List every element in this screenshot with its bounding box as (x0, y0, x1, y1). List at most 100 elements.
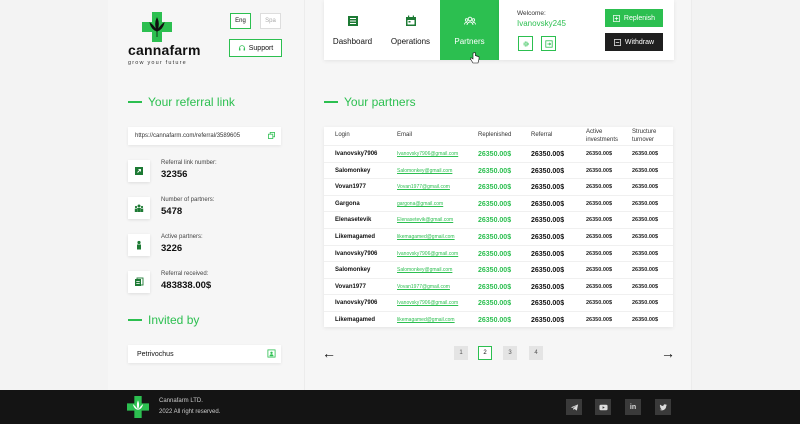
tab-operations-label: Operations (390, 36, 431, 46)
brand-name: cannafarm (128, 42, 201, 58)
stat-link-number: Referral link number: 32356 (128, 160, 278, 186)
row-referral: 26350.00$ (531, 250, 565, 258)
stat-value: 32356 (161, 169, 188, 180)
row-login: Ivanovsky7906 (335, 300, 378, 307)
row-structure-turnover: 26350.00$ (632, 317, 658, 323)
row-email-link[interactable]: Vovan1977@gmail.com (397, 284, 450, 290)
tab-partners[interactable]: Partners (440, 0, 499, 60)
row-active-investments: 26350.00$ (586, 283, 612, 290)
page-3-button[interactable]: 3 (503, 346, 517, 360)
row-email-link[interactable]: Salomonkey@gmail.com (397, 168, 452, 174)
calendar-icon (405, 15, 416, 26)
linkedin-icon: in (629, 403, 637, 411)
row-email-link[interactable]: gargona@gmail.com (397, 201, 443, 207)
stat-value: 483838.00$ (161, 280, 212, 291)
col-header-replenished: Replenished (478, 132, 512, 138)
settings-button[interactable] (518, 36, 533, 51)
stat-active-partners: Active partners: 3226 (128, 234, 278, 260)
row-referral: 26350.00$ (531, 234, 565, 241)
row-replenished: 26350.00$ (478, 317, 512, 324)
row-login: Ivanovsky7906 (335, 250, 378, 257)
page-1-button[interactable]: 1 (454, 346, 468, 360)
page-2-button[interactable]: 2 (478, 346, 492, 360)
page-4-button[interactable]: 4 (529, 346, 543, 360)
row-email-link[interactable]: Ivanovsky7906@gmail.com (397, 251, 458, 257)
row-login: Salomonkey (335, 167, 371, 174)
gear-icon (522, 40, 529, 47)
prev-page-button[interactable]: ← (322, 345, 336, 361)
lang-eng-button[interactable]: Eng (230, 13, 251, 29)
stat-referral-received: Referral received: 483838.00$ (128, 271, 278, 297)
row-referral: 26350.00$ (531, 267, 565, 275)
row-active-investments: 26350.00$ (586, 151, 612, 157)
row-replenished: 26350.00$ (478, 151, 512, 158)
table-row: Ivanovsky7906 Ivanovsky7906@gmail.com 2635… (324, 145, 673, 162)
tab-dashboard[interactable]: Dashboard (324, 0, 381, 60)
withdraw-icon (613, 38, 621, 46)
col-header-active-investments: Active investments (586, 129, 619, 143)
row-email-link[interactable]: Vovan1977@gmail.com (397, 184, 450, 190)
twitter-button[interactable] (655, 399, 671, 415)
table-row: Gargona gargona@gmail.com 26350.00$ 26350.0… (324, 194, 673, 212)
copy-icon[interactable] (268, 132, 275, 139)
row-replenished: 26350.00$ (478, 217, 512, 225)
withdraw-button[interactable]: Withdraw (605, 33, 663, 51)
telegram-icon (570, 403, 578, 411)
table-row: Likemagamed likemagamed@gmail.com 26350.00… (324, 311, 673, 328)
brand-logo[interactable]: cannafarm grow your future (128, 10, 208, 66)
youtube-button[interactable] (595, 399, 611, 415)
lang-spa-button[interactable]: Spa (260, 13, 281, 29)
row-email-link[interactable]: Salomonkey@gmail.com (397, 267, 452, 273)
row-email-link[interactable]: likemagamed@gmail.com (397, 317, 455, 323)
table-row: Elenasetevik Elenasetevik@gmail.com 26350.… (324, 211, 673, 228)
stat-partners: Number of partners: 5478 (128, 197, 278, 223)
tab-operations[interactable]: Operations (381, 0, 440, 60)
money-icon (135, 277, 144, 286)
row-active-investments: 26350.00$ (586, 184, 612, 191)
linkedin-button[interactable]: in (625, 399, 641, 415)
cannabis-cross-icon (142, 12, 172, 42)
col-header-referral: Referral (531, 132, 553, 138)
logout-button[interactable] (541, 36, 556, 51)
row-login: Vovan1977 (335, 283, 366, 290)
col-header-email: Email (397, 132, 413, 138)
replenish-label: Replenish (623, 14, 656, 22)
row-replenished: 26350.00$ (478, 250, 512, 258)
table-row: Likemagamed likemagamed@gmail.com 26350.00… (324, 228, 673, 245)
row-replenished: 26350.00$ (478, 200, 512, 208)
row-active-investments: 26350.00$ (586, 250, 612, 257)
row-replenished: 26350.00$ (478, 234, 512, 241)
plus-box-icon (613, 14, 620, 22)
row-active-investments: 26350.00$ (586, 234, 612, 240)
row-structure-turnover: 26350.00$ (632, 234, 658, 240)
row-structure-turnover: 26350.00$ (632, 250, 658, 257)
row-active-investments: 26350.00$ (586, 200, 612, 207)
welcome-label: Welcome: (517, 10, 546, 17)
replenish-button[interactable]: Replenish (605, 9, 663, 27)
stat-icon-box (128, 271, 150, 293)
row-email-link[interactable]: Ivanovsky7906@gmail.com (397, 151, 458, 157)
row-replenished: 26350.00$ (478, 267, 512, 275)
withdraw-label: Withdraw (624, 38, 655, 46)
row-login: Elenasetevik (335, 217, 372, 224)
logout-icon (544, 39, 553, 48)
stat-icon-box (128, 234, 150, 256)
next-page-button[interactable]: → (661, 345, 675, 361)
invited-by-field: Petrivochus (128, 345, 281, 363)
row-email-link[interactable]: Ivanovsky7906@gmail.com (397, 300, 458, 306)
row-login: Ivanovsky7906 (335, 151, 378, 157)
support-button[interactable]: Support (229, 39, 282, 57)
row-active-investments: 26350.00$ (586, 300, 612, 307)
row-email-link[interactable]: likemagamed@gmail.com (397, 234, 455, 240)
referral-section-title: Your referral link (128, 95, 235, 109)
telegram-button[interactable] (566, 399, 582, 415)
row-login: Likemagamed (335, 317, 376, 323)
partners-section-title: Your partners (324, 95, 416, 109)
stat-value: 5478 (161, 206, 183, 217)
row-email-link[interactable]: Elenasetevik@gmail.com (397, 217, 453, 223)
footer-logo-icon[interactable] (127, 396, 149, 418)
username[interactable]: Ivanovsky245 (517, 19, 566, 28)
referral-link-field[interactable]: https://cannafarm.com/referral/3589605 (128, 127, 281, 145)
footer-rights: 2022 All right reserved. (159, 409, 221, 415)
row-replenished: 26350.00$ (478, 184, 512, 192)
